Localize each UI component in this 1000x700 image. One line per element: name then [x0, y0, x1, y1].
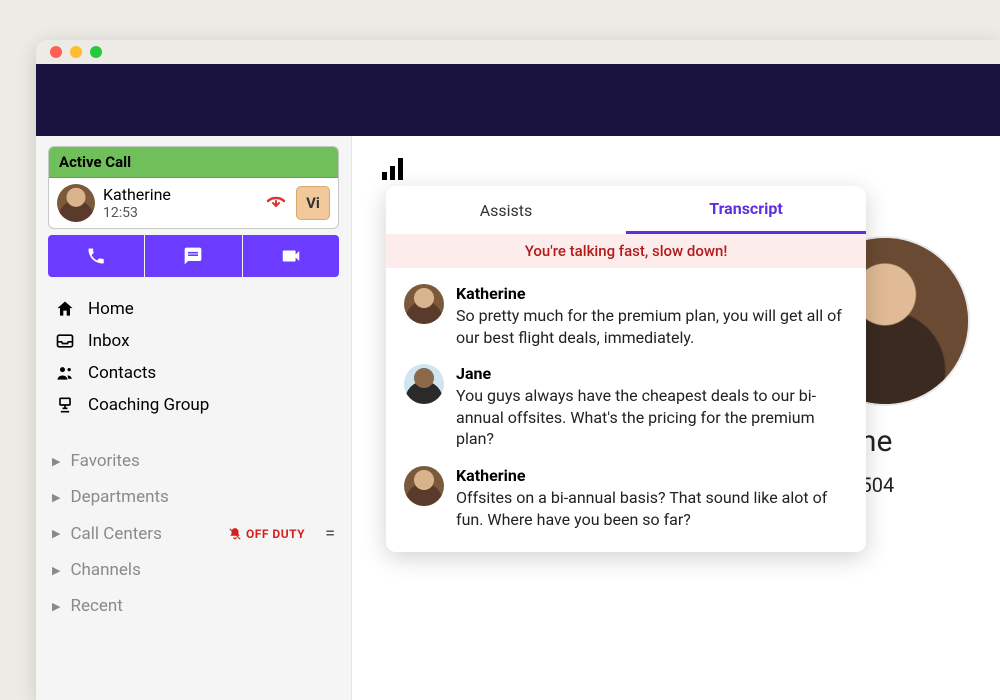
maximize-window-button[interactable]	[90, 46, 102, 58]
caller-avatar	[57, 184, 95, 222]
bell-off-icon	[228, 527, 242, 541]
app-window: Active Call Katherine 12:53 Vi	[36, 40, 1000, 700]
collapse-recent-label: Recent	[70, 596, 122, 616]
off-duty-badge[interactable]: OFF DUTY	[228, 527, 305, 541]
active-call-card: Active Call Katherine 12:53 Vi	[48, 146, 339, 229]
message-avatar	[404, 364, 444, 404]
caller-info: Katherine 12:53	[103, 185, 256, 220]
tab-assists[interactable]: Assists	[386, 186, 626, 234]
nav-contacts[interactable]: Contacts	[48, 357, 339, 389]
active-call-header: Active Call	[49, 147, 338, 178]
collapse-favorites[interactable]: ▶ Favorites	[48, 445, 339, 477]
off-duty-label: OFF DUTY	[246, 527, 305, 541]
chevron-right-icon: ▶	[52, 491, 60, 504]
drag-handle-icon[interactable]: =	[325, 523, 335, 544]
message-speaker: Katherine	[456, 466, 848, 485]
active-call-body[interactable]: Katherine 12:53 Vi	[49, 178, 338, 228]
message-text: So pretty much for the premium plan, you…	[456, 305, 848, 348]
transcript-tabs: Assists Transcript	[386, 186, 866, 234]
nav-inbox-label: Inbox	[88, 331, 130, 351]
caller-name: Katherine	[103, 185, 256, 204]
chat-button[interactable]	[145, 235, 241, 277]
collapse-recent[interactable]: ▶ Recent	[48, 590, 339, 622]
coaching-icon	[54, 395, 76, 415]
video-button[interactable]	[243, 235, 339, 277]
action-button-row	[48, 235, 339, 277]
nav-coaching-label: Coaching Group	[88, 395, 209, 415]
message-text: Offsites on a bi-annual basis? That soun…	[456, 487, 848, 530]
transcript-card: Assists Transcript You're talking fast, …	[386, 186, 866, 552]
message-speaker: Jane	[456, 364, 848, 383]
transcript-message: Katherine So pretty much for the premium…	[404, 284, 848, 348]
chevron-right-icon: ▶	[52, 600, 60, 613]
message-text: You guys always have the cheapest deals …	[456, 385, 848, 450]
content-area: Active Call Katherine 12:53 Vi	[36, 136, 1000, 700]
collapse-channels[interactable]: ▶ Channels	[48, 554, 339, 586]
collapse-favorites-label: Favorites	[70, 451, 139, 471]
titlebar	[36, 40, 1000, 64]
top-header-bar	[36, 64, 1000, 136]
sidebar: Active Call Katherine 12:53 Vi	[36, 136, 352, 700]
home-icon	[54, 299, 76, 319]
collapse-call-centers-label: Call Centers	[70, 524, 161, 544]
collapse-channels-label: Channels	[70, 560, 140, 580]
nav-contacts-label: Contacts	[88, 363, 156, 383]
chevron-right-icon: ▶	[52, 455, 60, 468]
close-window-button[interactable]	[50, 46, 62, 58]
nav-home-label: Home	[88, 299, 134, 319]
message-avatar	[404, 466, 444, 506]
chevron-right-icon: ▶	[52, 564, 60, 577]
main-panel: herine 649-0504 12:53 Assists Transcript…	[352, 136, 1000, 700]
call-duration: 12:53	[103, 205, 256, 221]
message-avatar	[404, 284, 444, 324]
signal-icon	[382, 156, 970, 180]
primary-nav: Home Inbox Contacts	[48, 293, 339, 421]
inbox-icon	[54, 331, 76, 351]
collapse-list: ▶ Favorites ▶ Departments ▶ Call Centers…	[48, 445, 339, 622]
collapse-departments[interactable]: ▶ Departments	[48, 481, 339, 513]
phone-button[interactable]	[48, 235, 144, 277]
vi-badge[interactable]: Vi	[296, 186, 330, 220]
minimize-window-button[interactable]	[70, 46, 82, 58]
transcript-message: Jane You guys always have the cheapest d…	[404, 364, 848, 450]
coaching-warning: You're talking fast, slow down!	[386, 234, 866, 268]
nav-home[interactable]: Home	[48, 293, 339, 325]
message-speaker: Katherine	[456, 284, 848, 303]
hangup-icon[interactable]	[264, 191, 288, 215]
transcript-message: Katherine Offsites on a bi-annual basis?…	[404, 466, 848, 530]
transcript-messages: Katherine So pretty much for the premium…	[386, 268, 866, 552]
chevron-right-icon: ▶	[52, 527, 60, 540]
nav-coaching[interactable]: Coaching Group	[48, 389, 339, 421]
collapse-call-centers[interactable]: ▶ Call Centers OFF DUTY =	[48, 517, 339, 550]
nav-inbox[interactable]: Inbox	[48, 325, 339, 357]
tab-transcript[interactable]: Transcript	[626, 186, 866, 234]
collapse-departments-label: Departments	[70, 487, 168, 507]
contacts-icon	[54, 363, 76, 383]
